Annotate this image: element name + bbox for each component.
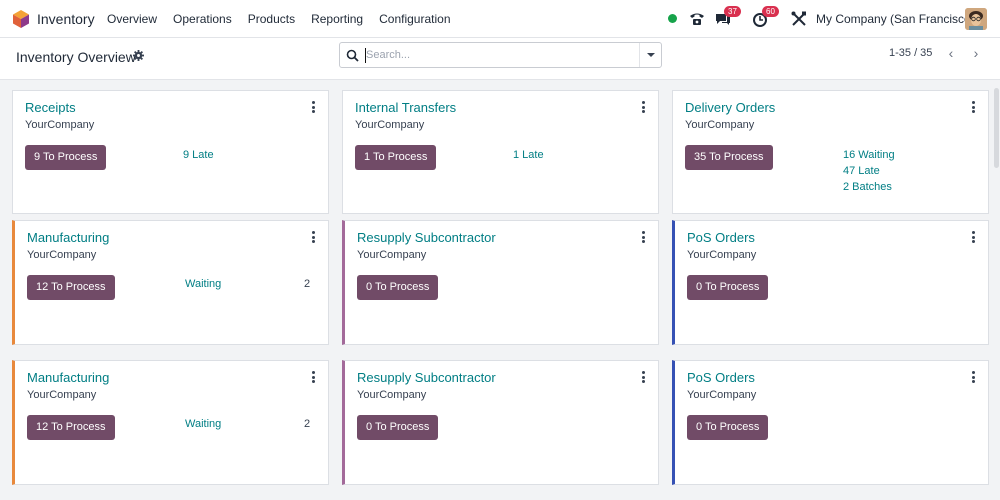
- debug-tools-icon[interactable]: [790, 10, 808, 28]
- card-internal-transfers: Internal Transfers YourCompany 1 To Proc…: [342, 90, 659, 214]
- late-link[interactable]: 47 Late: [843, 165, 880, 177]
- card-company: YourCompany: [27, 249, 97, 261]
- card-menu-icon[interactable]: [972, 371, 976, 383]
- card-menu-icon[interactable]: [642, 371, 646, 383]
- activities-icon[interactable]: 60: [752, 6, 779, 28]
- card-company: YourCompany: [355, 119, 425, 131]
- card-company: YourCompany: [25, 119, 95, 131]
- card-company: YourCompany: [687, 249, 757, 261]
- card-title[interactable]: Delivery Orders: [685, 100, 775, 115]
- waiting-count: 2: [304, 278, 311, 290]
- waiting-link[interactable]: 16 Waiting: [843, 149, 895, 161]
- card-resupply-subcontractor: Resupply Subcontractor YourCompany 0 To …: [342, 360, 659, 485]
- card-receipts: Receipts YourCompany 9 To Process 9 Late: [12, 90, 329, 214]
- card-menu-icon[interactable]: [972, 101, 976, 113]
- card-menu-icon[interactable]: [312, 371, 316, 383]
- card-menu-icon[interactable]: [312, 101, 316, 113]
- card-company: YourCompany: [687, 389, 757, 401]
- menu-configuration[interactable]: Configuration: [379, 12, 450, 26]
- card-title[interactable]: Receipts: [25, 100, 76, 115]
- user-avatar[interactable]: [965, 8, 987, 30]
- card-manufacturing: Manufacturing YourCompany 12 To Process …: [12, 360, 329, 485]
- to-process-button[interactable]: 0 To Process: [357, 275, 439, 300]
- search-input[interactable]: Search...: [366, 49, 410, 61]
- to-process-button[interactable]: 0 To Process: [357, 415, 439, 440]
- waiting-link[interactable]: Waiting: [185, 278, 221, 290]
- inventory-app-icon[interactable]: [12, 9, 30, 29]
- status-dot-icon[interactable]: [668, 14, 677, 23]
- gear-icon[interactable]: [133, 50, 144, 61]
- card-pos-orders: PoS Orders YourCompany 0 To Process: [672, 360, 989, 485]
- pager-next-icon[interactable]: ›: [965, 42, 987, 64]
- search-icon: [346, 49, 359, 62]
- card-title[interactable]: Internal Transfers: [355, 100, 456, 115]
- to-process-button[interactable]: 12 To Process: [27, 415, 115, 440]
- card-menu-icon[interactable]: [972, 231, 976, 243]
- menu-reporting[interactable]: Reporting: [311, 12, 363, 26]
- phone-icon[interactable]: [688, 10, 706, 28]
- app-name[interactable]: Inventory: [37, 11, 95, 27]
- card-title[interactable]: PoS Orders: [687, 370, 755, 385]
- menu-overview[interactable]: Overview: [107, 12, 157, 26]
- card-title[interactable]: Resupply Subcontractor: [357, 230, 496, 245]
- late-link[interactable]: 9 Late: [183, 149, 214, 161]
- menu-operations[interactable]: Operations: [173, 12, 232, 26]
- card-manufacturing: Manufacturing YourCompany 12 To Process …: [12, 220, 329, 345]
- pager-previous-icon[interactable]: ‹: [940, 42, 962, 64]
- card-company: YourCompany: [27, 389, 97, 401]
- to-process-button[interactable]: 12 To Process: [27, 275, 115, 300]
- waiting-count: 2: [304, 418, 311, 430]
- card-pos-orders: PoS Orders YourCompany 0 To Process: [672, 220, 989, 345]
- top-navbar: Inventory Overview Operations Products R…: [0, 0, 1000, 38]
- to-process-button[interactable]: 0 To Process: [687, 275, 769, 300]
- page-title: Inventory Overview: [16, 49, 136, 65]
- card-company: YourCompany: [357, 389, 427, 401]
- card-company: YourCompany: [357, 249, 427, 261]
- menu-products[interactable]: Products: [248, 12, 295, 26]
- batches-link[interactable]: 2 Batches: [843, 181, 892, 193]
- messages-badge: 37: [724, 6, 741, 17]
- late-link[interactable]: 1 Late: [513, 149, 544, 161]
- card-delivery-orders: Delivery Orders YourCompany 35 To Proces…: [672, 90, 989, 214]
- card-menu-icon[interactable]: [312, 231, 316, 243]
- main-menu: Overview Operations Products Reporting C…: [107, 12, 467, 26]
- card-menu-icon[interactable]: [642, 101, 646, 113]
- card-title[interactable]: Resupply Subcontractor: [357, 370, 496, 385]
- to-process-button[interactable]: 35 To Process: [685, 145, 773, 170]
- to-process-button[interactable]: 1 To Process: [355, 145, 437, 170]
- card-title[interactable]: Manufacturing: [27, 370, 109, 385]
- pager-value[interactable]: 1-35 / 35: [889, 47, 932, 59]
- company-switcher[interactable]: My Company (San Francisco): [816, 12, 975, 26]
- activities-badge: 60: [762, 6, 779, 17]
- card-resupply-subcontractor: Resupply Subcontractor YourCompany 0 To …: [342, 220, 659, 345]
- control-panel: Inventory Overview Search... 1-35 / 35 ‹…: [0, 38, 1000, 80]
- card-menu-icon[interactable]: [642, 231, 646, 243]
- card-title[interactable]: PoS Orders: [687, 230, 755, 245]
- search-bar[interactable]: Search...: [339, 42, 662, 68]
- card-company: YourCompany: [685, 119, 755, 131]
- to-process-button[interactable]: 9 To Process: [25, 145, 107, 170]
- page-scrollbar[interactable]: [994, 88, 999, 168]
- search-options-toggle[interactable]: [639, 43, 661, 67]
- messages-icon[interactable]: 37: [714, 6, 741, 28]
- waiting-link[interactable]: Waiting: [185, 418, 221, 430]
- card-title[interactable]: Manufacturing: [27, 230, 109, 245]
- to-process-button[interactable]: 0 To Process: [687, 415, 769, 440]
